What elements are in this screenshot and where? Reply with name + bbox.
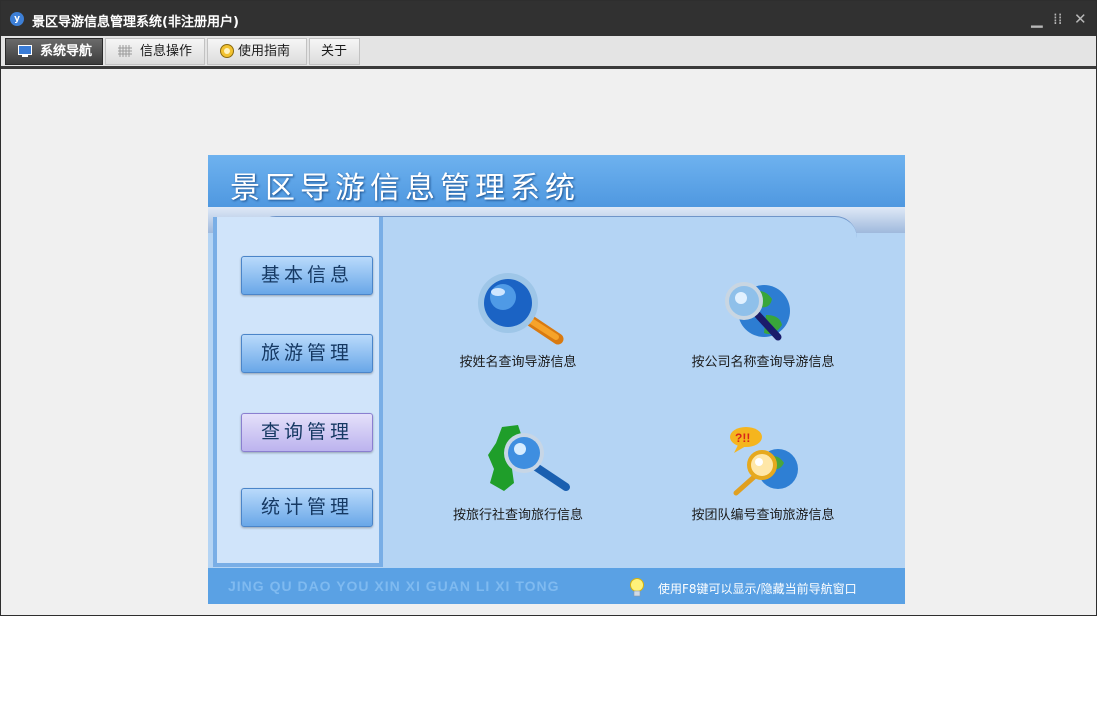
banner: 景区导游信息管理系统 (208, 155, 905, 207)
bulb-icon (630, 578, 644, 597)
tab-system-nav[interactable]: 系统导航 (5, 38, 103, 65)
tab-label: 关于 (321, 44, 348, 59)
map-search-icon[interactable] (484, 423, 574, 495)
tab-user-guide[interactable]: 使用指南 (207, 38, 307, 65)
svg-text:?!!: ?!! (735, 431, 750, 445)
globe-question-icon[interactable]: ?!! (724, 425, 802, 497)
menu-bar: 系统导航 信息操作 使用指南 关于 (1, 36, 1096, 69)
footer-pinyin: JING QU DAO YOU XIN XI GUAN LI XI TONG (228, 578, 560, 594)
help-icon (220, 44, 234, 58)
feature-search-by-company[interactable]: 按公司名称查询导游信息 (670, 351, 856, 370)
tab-info-ops[interactable]: 信息操作 (105, 38, 205, 65)
monitor-icon (18, 45, 32, 57)
restore-icon[interactable]: ⁞⁞ (1053, 10, 1063, 28)
title-bar[interactable]: y 景区导游信息管理系统(非注册用户) ▁ ⁞⁞ ✕ (1, 1, 1096, 36)
panel-footer: JING QU DAO YOU XIN XI GUAN LI XI TONG 使… (208, 568, 905, 604)
footer-hint: 使用F8键可以显示/隐藏当前导航窗口 (658, 582, 857, 596)
grid-icon (118, 45, 132, 57)
window-title: 景区导游信息管理系统(非注册用户) (32, 15, 239, 30)
feature-search-by-agency[interactable]: 按旅行社查询旅行信息 (436, 504, 600, 523)
feature-search-by-team-number[interactable]: 按团队编号查询旅游信息 (670, 504, 856, 523)
magnifier-icon[interactable] (474, 273, 566, 345)
tab-label: 系统导航 (40, 44, 93, 59)
globe-search-icon[interactable] (720, 275, 796, 343)
sidebar-item-basic-info[interactable]: 基本信息 (241, 256, 373, 295)
tab-label: 使用指南 (238, 44, 291, 59)
close-icon[interactable]: ✕ (1074, 10, 1087, 28)
tab-about[interactable]: 关于 (309, 38, 360, 65)
tab-label: 信息操作 (140, 44, 193, 59)
sidebar-item-stats-manage[interactable]: 统计管理 (241, 488, 373, 527)
feature-search-by-name[interactable]: 按姓名查询导游信息 (440, 351, 596, 370)
minimize-icon[interactable]: ▁ (1031, 10, 1043, 28)
sidebar: 基本信息 旅游管理 查询管理 统计管理 (213, 217, 383, 567)
navigation-panel: 景区导游信息管理系统 基本信息 旅游管理 查询管理 统计管理 按姓名查询导游信息… (208, 155, 905, 604)
sidebar-item-travel-manage[interactable]: 旅游管理 (241, 334, 373, 373)
panel-title: 景区导游信息管理系统 (230, 171, 580, 206)
sidebar-item-query-manage[interactable]: 查询管理 (241, 413, 373, 452)
logo-icon: y (10, 12, 24, 26)
